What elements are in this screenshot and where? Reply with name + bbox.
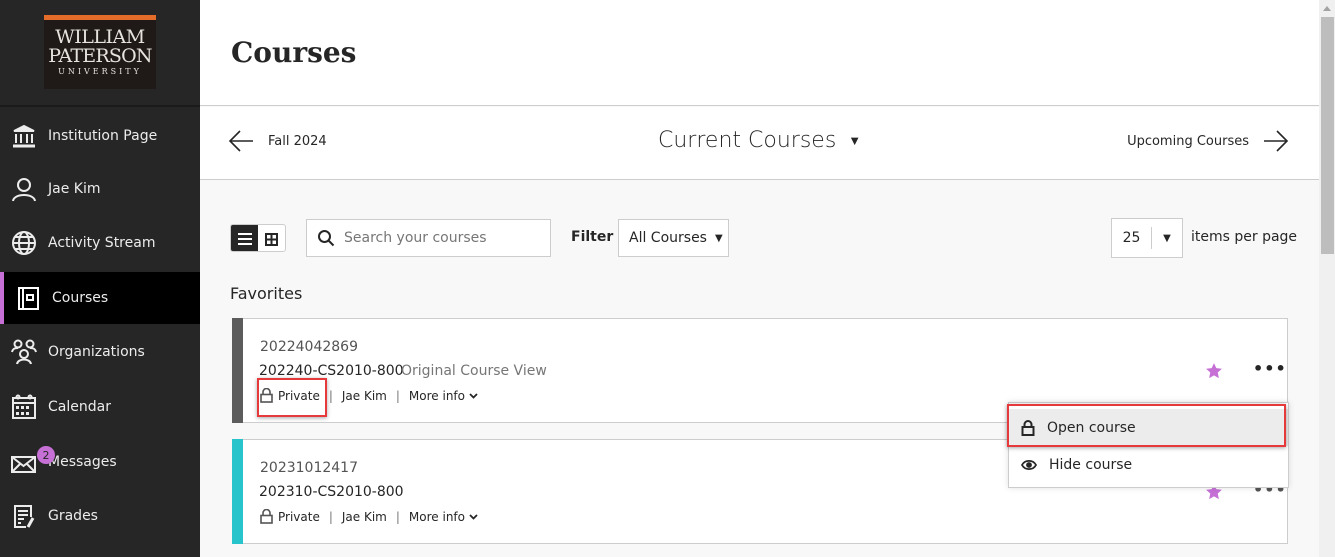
grid-icon [265,232,278,246]
sidebar-item-label: Institution Page [48,128,158,144]
sidebar-item-label: Grades [48,508,98,524]
lock-icon [260,509,273,524]
arrow-right-icon [1264,130,1289,152]
sidebar: WILLIAM PATERSON UNIVERSITY Institution … [0,0,200,557]
grades-icon [11,503,37,529]
menu-item-label: Hide course [1049,456,1133,473]
course-search [306,219,551,257]
course-id: 20231012417 [260,460,358,476]
view-toggle [230,224,286,252]
chevron-down-icon [469,513,478,520]
logo-line-2: PATERSON [48,45,152,67]
page-title: Courses [231,36,357,69]
sidebar-item-organizations[interactable]: Organizations [0,326,200,378]
term-dropdown[interactable]: Current Courses ▼ [658,128,861,153]
institution-icon [11,123,37,149]
sidebar-item-label: Messages [48,454,117,470]
eye-icon [1021,459,1037,470]
next-term-label: Upcoming Courses [1127,133,1249,149]
items-per-page-select[interactable]: 25 ▼ [1111,218,1183,258]
list-view-button[interactable] [231,225,258,251]
term-navigation: Fall 2024 Current Courses ▼ Upcoming Cou… [200,107,1319,180]
sidebar-item-label: Activity Stream [48,235,156,251]
caret-down-icon: ▼ [714,232,723,244]
search-icon [318,230,335,247]
calendar-icon [11,394,37,420]
course-view-type: Original Course View [401,363,547,379]
globe-icon [11,230,37,256]
course-meta: Private | Jae Kim | More info [260,509,478,524]
previous-term-link[interactable]: Fall 2024 [228,129,327,153]
highlight-annotation-open-course [1007,404,1286,447]
filter-value: All Courses [629,230,707,246]
filter-label: Filter [571,229,614,245]
term-dropdown-label: Current Courses [658,128,837,153]
course-name-link[interactable]: 202240-CS2010-800 [259,363,404,379]
items-per-page-label: items per page [1191,229,1298,245]
course-color-stripe [232,439,243,544]
logo-accent-bar [44,15,156,20]
sidebar-item-label: Courses [52,290,109,306]
privacy-status: Private [278,509,320,524]
search-input[interactable] [344,230,534,246]
sidebar-item-label: Organizations [48,344,145,360]
logo-line-3: UNIVERSITY [58,67,142,76]
caret-down-icon: ▼ [848,133,862,149]
sidebar-item-label: Calendar [48,399,111,415]
more-info-label: More info [408,509,465,524]
list-icon [237,233,252,245]
arrow-left-icon [228,130,253,152]
divider [0,105,200,107]
scroll-up-arrow-icon[interactable] [1323,6,1331,11]
page-scrollbar[interactable] [1319,0,1335,557]
sidebar-item-messages[interactable]: 2 Messages [0,436,200,488]
page-header: Courses [200,0,1319,106]
separator: | [328,388,333,403]
highlight-annotation-private [257,378,327,417]
filter-dropdown[interactable]: All Courses ▼ [618,219,729,257]
sidebar-item-profile[interactable]: Jae Kim [0,163,200,215]
instructor-name: Jae Kim [341,388,387,403]
sidebar-item-activity-stream[interactable]: Activity Stream [0,217,200,269]
user-icon [11,176,37,202]
sidebar-item-institution-page[interactable]: Institution Page [0,110,200,162]
instructor-name: Jae Kim [341,509,387,524]
separator: | [395,388,400,403]
sidebar-item-label: Jae Kim [48,181,101,197]
sidebar-item-grades[interactable]: Grades [0,490,200,542]
more-info-toggle[interactable]: More info [409,510,478,524]
course-name-link[interactable]: 202310-CS2010-800 [259,484,404,500]
separator: | [395,509,400,524]
favorites-heading: Favorites [230,284,303,303]
grid-view-button[interactable] [258,225,285,251]
more-info-label: More info [408,388,465,403]
courses-icon [15,285,41,311]
sidebar-item-courses[interactable]: Courses [0,272,200,324]
menu-item-hide-course[interactable]: Hide course [1009,446,1288,483]
university-logo[interactable]: WILLIAM PATERSON UNIVERSITY [44,15,156,89]
course-color-stripe [232,318,243,423]
unread-count-badge: 2 [37,446,55,464]
items-per-page-value: 25 [1112,227,1152,249]
chevron-down-icon [469,392,478,399]
caret-down-icon: ▼ [1163,232,1171,244]
separator: | [328,509,333,524]
course-options-button[interactable]: ••• [1253,361,1287,377]
course-id: 20224042869 [260,339,358,355]
messages-icon: 2 [11,446,55,475]
scrollbar-thumb[interactable] [1321,17,1334,254]
sidebar-item-calendar[interactable]: Calendar [0,381,200,433]
previous-term-label: Fall 2024 [268,133,327,149]
more-info-toggle[interactable]: More info [409,389,478,403]
favorite-star-icon[interactable] [1205,362,1223,380]
organizations-icon [11,339,37,365]
next-term-link[interactable]: Upcoming Courses [1127,129,1289,153]
